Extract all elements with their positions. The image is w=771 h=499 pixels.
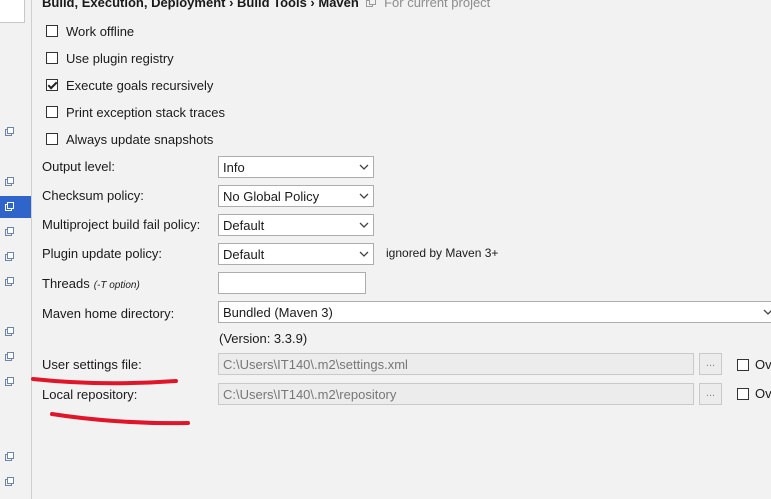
settings-page-icon[interactable] [5, 477, 14, 486]
threads-input[interactable] [218, 272, 366, 294]
checkbox-box[interactable] [46, 106, 58, 118]
settings-page-icon[interactable] [5, 327, 14, 336]
override-repository-checkbox[interactable]: Ov [737, 386, 771, 401]
local-repository-path-field[interactable]: C:\Users\IT140\.m2\repository [218, 383, 694, 405]
settings-page-icon[interactable] [5, 202, 14, 211]
checkbox-label: Print exception stack traces [66, 104, 225, 120]
always-update-snapshots-checkbox[interactable]: Always update snapshots [46, 129, 213, 149]
settings-page-icon[interactable] [5, 252, 14, 261]
browse-settings-button[interactable]: ... [699, 353, 722, 375]
work-offline-checkbox[interactable]: Work offline [46, 21, 134, 41]
checkbox-box[interactable] [737, 387, 749, 400]
settings-page-icon[interactable] [5, 352, 14, 361]
settings-page-icon[interactable] [5, 227, 14, 236]
use-plugin-registry-checkbox[interactable]: Use plugin registry [46, 48, 174, 68]
browse-repository-button[interactable]: ... [699, 383, 722, 405]
select-value: Default [223, 217, 265, 233]
checkbox-label: Execute goals recursively [66, 77, 214, 93]
plugin-update-policy-label: Plugin update policy: [42, 246, 162, 261]
checkbox-box[interactable] [46, 52, 58, 64]
print-exception-stack-traces-checkbox[interactable]: Print exception stack traces [46, 102, 225, 122]
threads-hint: (-T option) [93, 280, 140, 291]
chevron-down-icon[interactable] [759, 302, 771, 322]
settings-page-icon[interactable] [5, 127, 14, 136]
threads-label: Threads (-T option) [42, 276, 140, 291]
breadcrumb-path: Build, Execution, Deployment › Build Too… [42, 0, 359, 10]
breadcrumb: Build, Execution, Deployment › Build Too… [42, 0, 490, 10]
maven-home-label: Maven home directory: [42, 306, 175, 321]
chevron-down-icon[interactable] [355, 244, 373, 264]
search-box-edge[interactable] [0, 0, 25, 23]
maven3-ignored-note: ignored by Maven 3+ [386, 246, 499, 260]
maven-version-text: (Version: 3.3.9) [219, 331, 308, 346]
select-value: Info [223, 159, 245, 175]
scope-label: For current project [384, 0, 491, 10]
multiproject-fail-policy-select[interactable]: Default [218, 214, 374, 236]
checkbox-box-checked[interactable] [46, 79, 58, 91]
project-scope-icon [366, 0, 377, 7]
override-label: Ov [755, 386, 771, 401]
override-settings-checkbox[interactable]: Ov [737, 357, 771, 372]
settings-page-icon[interactable] [5, 177, 14, 186]
execute-goals-recursively-checkbox[interactable]: Execute goals recursively [46, 75, 213, 95]
checkbox-box[interactable] [46, 133, 58, 145]
chevron-down-icon[interactable] [355, 215, 373, 235]
settings-page-icon[interactable] [5, 452, 14, 461]
chevron-down-icon[interactable] [355, 157, 373, 177]
checkbox-label: Use plugin registry [66, 50, 174, 66]
threads-label-text: Threads [42, 276, 90, 291]
multiproject-fail-policy-label: Multiproject build fail policy: [42, 217, 201, 232]
settings-tree-gutter [0, 0, 32, 499]
plugin-update-policy-select[interactable]: Default [218, 243, 374, 265]
checksum-policy-label: Checksum policy: [42, 188, 144, 203]
checkbox-box[interactable] [46, 25, 58, 37]
checkbox-box[interactable] [737, 358, 749, 371]
chevron-down-icon[interactable] [355, 186, 373, 206]
checkbox-label: Always update snapshots [66, 131, 214, 147]
checkbox-label: Work offline [66, 23, 135, 39]
output-level-label: Output level: [42, 159, 115, 174]
override-label: Ov [755, 357, 771, 372]
user-settings-label: User settings file: [42, 357, 142, 372]
checksum-policy-select[interactable]: No Global Policy [218, 185, 374, 207]
select-value: No Global Policy [223, 188, 320, 204]
local-repository-label: Local repository: [42, 387, 138, 402]
settings-page-icon[interactable] [5, 277, 14, 286]
maven-home-select[interactable]: Bundled (Maven 3) [218, 301, 771, 323]
output-level-select[interactable]: Info [218, 156, 374, 178]
select-value: Bundled (Maven 3) [223, 304, 333, 320]
settings-page-icon[interactable] [5, 377, 14, 386]
select-value: Default [223, 246, 265, 262]
user-settings-path-field[interactable]: C:\Users\IT140\.m2\settings.xml [218, 353, 694, 375]
